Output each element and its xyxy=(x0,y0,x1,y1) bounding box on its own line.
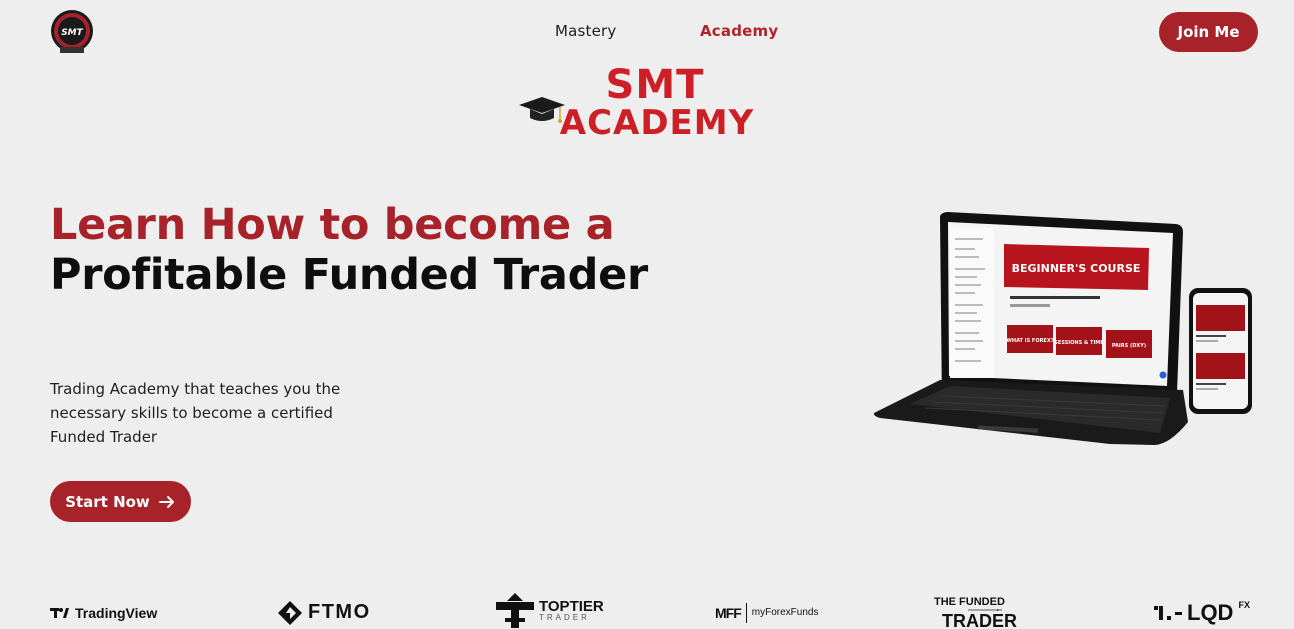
partner-sub: TRADER xyxy=(539,613,590,622)
divider xyxy=(745,602,747,623)
partner-name: LQD xyxy=(1187,599,1234,625)
phone-image xyxy=(1189,288,1252,414)
partner-name: FTMO xyxy=(308,601,371,623)
graduation-cap-icon xyxy=(519,97,565,123)
partner-name: TOPTIER xyxy=(539,598,604,615)
hero-title-line2: Profitable Funded Trader xyxy=(50,250,648,300)
brand-line2: ACADEMY xyxy=(560,103,754,142)
hero-description: Trading Academy that teaches you the nec… xyxy=(50,380,341,446)
tradingview-icon xyxy=(50,607,69,618)
smt-academy-brand: SMT ACADEMY xyxy=(515,62,795,143)
ftmo-icon xyxy=(278,600,302,625)
start-now-label: Start Now xyxy=(65,492,150,511)
arrow-right-icon xyxy=(158,495,174,508)
partner-name: myForexFunds xyxy=(751,607,819,618)
nav-mastery[interactable]: Mastery xyxy=(555,22,617,40)
nav-academy[interactable]: Academy xyxy=(700,22,778,40)
partner-name: TradingView xyxy=(75,604,158,621)
partner-name: THE FUNDED xyxy=(934,596,1005,608)
site-header: SMT Mastery Academy Join Me xyxy=(0,0,1294,64)
partner-the-funded-trader: THE FUNDED TRADER xyxy=(934,597,1036,629)
partner-myforexfunds: MFF myForexFunds xyxy=(715,596,818,629)
join-button[interactable]: Join Me xyxy=(1159,12,1258,52)
devices-mockup: BEGINNER'S COURSE WHAT IS FOREX? SESSION… xyxy=(870,208,1260,453)
toptier-icon xyxy=(496,593,534,628)
partner-tradingview: TradingView xyxy=(50,596,157,629)
screen-banner: BEGINNER'S COURSE xyxy=(1012,262,1141,275)
smt-logo-icon[interactable]: SMT xyxy=(50,9,94,55)
partner-lqd: LQD FX xyxy=(1154,596,1250,629)
hero-title-line1: Learn How to become a xyxy=(50,200,615,250)
partner-sub: TRADER xyxy=(942,611,1017,629)
thumb-2: SESSIONS & TIME xyxy=(1054,340,1104,346)
partner-ftmo: FTMO xyxy=(277,596,371,629)
partner-toptier: TOPTIER TRADER xyxy=(496,593,604,628)
brand-line1: SMT xyxy=(606,62,705,108)
hero-title: Learn How to become a Profitable Funded … xyxy=(50,200,750,300)
svg-text:SMT: SMT xyxy=(61,28,83,38)
partner-sup: FX xyxy=(1238,600,1250,610)
thumb-3: PAIRS (DXY) xyxy=(1112,343,1146,349)
laptop-image: BEGINNER'S COURSE WHAT IS FOREX? SESSION… xyxy=(873,212,1188,445)
lqd-icon xyxy=(1154,605,1182,620)
mff-logo-icon: MFF xyxy=(715,604,742,621)
thumb-1: WHAT IS FOREX? xyxy=(1006,338,1053,344)
start-now-button[interactable]: Start Now xyxy=(50,481,191,522)
